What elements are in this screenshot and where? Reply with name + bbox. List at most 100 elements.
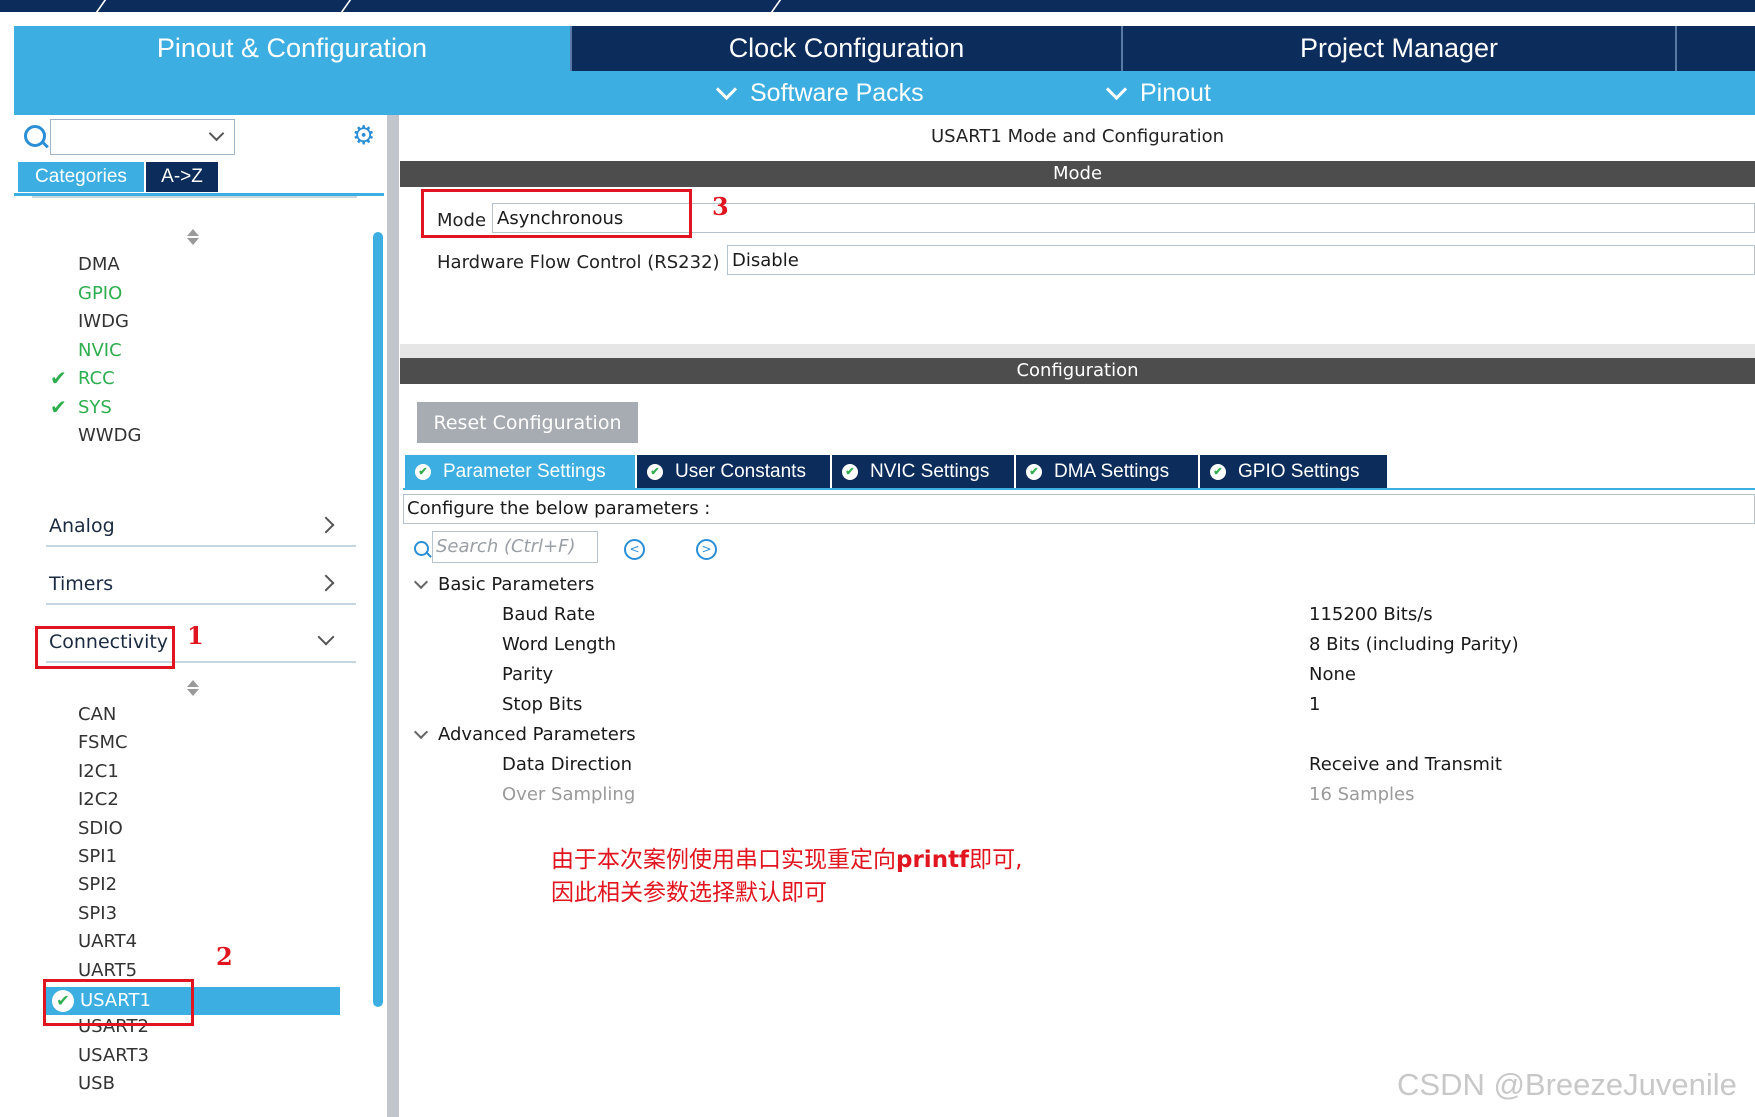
- annotation-number-1: 1: [187, 621, 204, 650]
- tab-parameter-settings[interactable]: ✔ Parameter Settings: [405, 455, 635, 488]
- advanced-parameters-header[interactable]: Advanced Parameters: [438, 724, 636, 745]
- annotation-number-2: 2: [216, 942, 233, 971]
- group-divider: [32, 196, 357, 198]
- hw-flow-label: Hardware Flow Control (RS232): [437, 252, 720, 273]
- peripheral-item-spi2[interactable]: SPI2: [78, 874, 117, 895]
- tab-clock-configuration[interactable]: Clock Configuration: [572, 26, 1121, 71]
- group-timers-label: Timers: [49, 573, 114, 595]
- chevron-down-icon[interactable]: [413, 724, 429, 740]
- configuration-header: Configuration: [400, 358, 1755, 384]
- search-icon: [414, 541, 429, 556]
- previous-match-icon[interactable]: <: [624, 539, 645, 560]
- chevron-down-icon: [715, 78, 738, 100]
- param-value[interactable]: None: [1309, 664, 1356, 685]
- check-circle-icon: ✔: [415, 463, 431, 480]
- chevron-right-icon: [317, 516, 335, 534]
- peripheral-item-i2c1[interactable]: I2C1: [78, 761, 119, 782]
- left-panel: [14, 115, 386, 1117]
- reset-configuration-button[interactable]: Reset Configuration: [417, 402, 638, 443]
- param-name: Parity: [502, 664, 554, 685]
- check-circle-icon: ✔: [1210, 463, 1226, 480]
- tab-pinout-configuration[interactable]: Pinout & Configuration: [14, 26, 570, 71]
- note-text-printf: printf: [896, 847, 970, 873]
- tab-categories[interactable]: Categories: [18, 162, 144, 192]
- sub-menu-bar: Software Packs Pinout: [14, 71, 1755, 115]
- annotation-box-usart1: [43, 979, 194, 1026]
- check-icon: ✔: [50, 366, 67, 390]
- mode-header: Mode: [400, 161, 1755, 187]
- peripheral-item-spi1[interactable]: SPI1: [78, 846, 117, 867]
- param-value[interactable]: Receive and Transmit: [1309, 754, 1502, 775]
- check-circle-icon: ✔: [1026, 463, 1042, 480]
- peripheral-item-fsmc[interactable]: FSMC: [78, 732, 128, 753]
- tab-dma-settings[interactable]: ✔ DMA Settings: [1016, 455, 1198, 488]
- tab-label: GPIO Settings: [1238, 460, 1360, 482]
- peripheral-item-spi3[interactable]: SPI3: [78, 903, 117, 924]
- check-circle-icon: ✔: [842, 463, 858, 480]
- tab-label: DMA Settings: [1054, 460, 1170, 482]
- config-title: USART1 Mode and Configuration: [930, 126, 1225, 147]
- tab-gpio-settings[interactable]: ✔ GPIO Settings: [1200, 455, 1387, 488]
- tab-label: Parameter Settings: [443, 460, 606, 482]
- tab-user-constants[interactable]: ✔ User Constants: [637, 455, 830, 488]
- basic-parameters-header[interactable]: Basic Parameters: [438, 574, 594, 595]
- peripheral-item-sys[interactable]: SYS: [78, 397, 112, 418]
- watermark: CSDN @BreezeJuvenile: [1397, 1067, 1737, 1102]
- hw-flow-select[interactable]: Disable: [727, 245, 1755, 275]
- tab-label: User Constants: [675, 460, 806, 482]
- tab-project-manager[interactable]: Project Manager: [1123, 26, 1675, 71]
- category-search-combo[interactable]: [50, 119, 235, 155]
- peripheral-item-wwdg[interactable]: WWDG: [78, 425, 141, 446]
- tab-underline: [403, 488, 1755, 490]
- search-icon[interactable]: [24, 125, 46, 147]
- annotation-note-line2: 因此相关参数选择默认即可: [551, 880, 827, 906]
- check-icon: ✔: [50, 395, 67, 419]
- parameter-search-input[interactable]: Search (Ctrl+F): [432, 531, 598, 563]
- chevron-down-icon: [1105, 78, 1128, 100]
- peripheral-item-sdio[interactable]: SDIO: [78, 818, 123, 839]
- peripheral-item-dma[interactable]: DMA: [78, 254, 120, 275]
- param-value[interactable]: 1: [1309, 694, 1320, 715]
- param-value: 16 Samples: [1309, 784, 1415, 805]
- sort-arrows-icon[interactable]: [187, 680, 199, 696]
- peripheral-item-can[interactable]: CAN: [78, 704, 116, 725]
- note-text-c: 即可,: [969, 847, 1023, 873]
- pinout-menu[interactable]: Pinout: [1105, 71, 1211, 115]
- annotation-note-line1: 由于本次案例使用串口实现重定向printf即可,: [551, 843, 1022, 877]
- tab-nvic-settings[interactable]: ✔ NVIC Settings: [832, 455, 1014, 488]
- peripheral-item-iwdg[interactable]: IWDG: [78, 311, 129, 332]
- annotation-box-connectivity: [35, 626, 175, 669]
- annotation-box-mode: [421, 189, 692, 238]
- chevron-down-icon: [208, 125, 225, 142]
- software-packs-label: Software Packs: [750, 78, 924, 107]
- left-scrollbar-thumb[interactable]: [373, 232, 383, 1007]
- peripheral-item-usart3[interactable]: USART3: [78, 1045, 149, 1066]
- peripheral-item-uart4[interactable]: UART4: [78, 931, 137, 952]
- peripheral-item-rcc[interactable]: RCC: [78, 368, 115, 389]
- group-analog-label: Analog: [49, 515, 115, 537]
- gear-icon[interactable]: ⚙: [352, 123, 378, 149]
- chevron-right-icon: [317, 574, 335, 592]
- param-value[interactable]: 115200 Bits/s: [1309, 604, 1433, 625]
- group-analog[interactable]: Analog: [46, 505, 356, 547]
- tab-label: NVIC Settings: [870, 460, 990, 482]
- tab-a-z[interactable]: A->Z: [146, 162, 218, 192]
- param-name: Baud Rate: [502, 604, 596, 625]
- peripheral-item-usb[interactable]: USB: [78, 1073, 115, 1094]
- section-divider: [400, 344, 1755, 358]
- peripheral-item-uart5[interactable]: UART5: [78, 960, 137, 981]
- peripheral-item-gpio[interactable]: GPIO: [78, 283, 122, 304]
- group-timers[interactable]: Timers: [46, 563, 356, 605]
- check-circle-icon: ✔: [647, 463, 663, 480]
- panel-splitter[interactable]: [387, 115, 399, 1117]
- sort-arrows-icon[interactable]: [187, 229, 199, 245]
- param-name: Word Length: [502, 634, 617, 655]
- peripheral-item-i2c2[interactable]: I2C2: [78, 789, 119, 810]
- next-match-icon[interactable]: >: [696, 539, 717, 560]
- chevron-down-icon[interactable]: [413, 574, 429, 590]
- chevron-down-icon: [317, 628, 335, 646]
- param-name: Over Sampling: [502, 784, 636, 805]
- software-packs-menu[interactable]: Software Packs: [715, 71, 924, 115]
- param-value[interactable]: 8 Bits (including Parity): [1309, 634, 1519, 655]
- peripheral-item-nvic[interactable]: NVIC: [78, 340, 122, 361]
